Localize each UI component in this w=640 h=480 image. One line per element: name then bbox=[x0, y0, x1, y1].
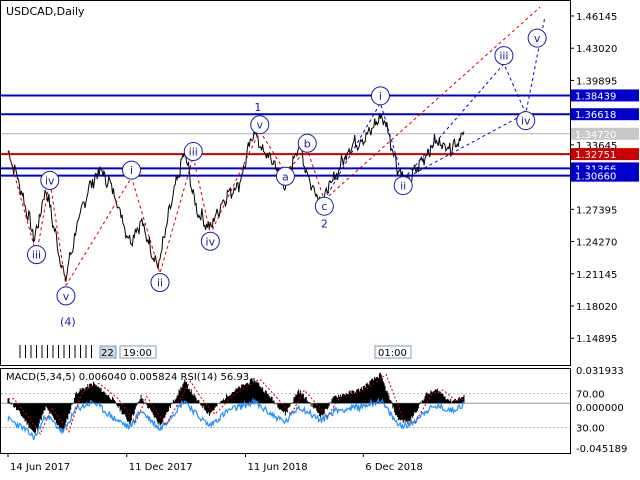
price-tick-label: 1.24270 bbox=[576, 238, 617, 249]
price-tick-label: 1.46145 bbox=[576, 12, 617, 23]
wave-label: v bbox=[63, 290, 70, 303]
wave-label: b bbox=[304, 137, 311, 150]
wave-label: v bbox=[534, 32, 541, 45]
level-label: 1.32751 bbox=[575, 150, 616, 161]
wave-label: v bbox=[256, 119, 263, 132]
chart-title: USDCAD,Daily bbox=[6, 5, 85, 18]
wave-label: iii bbox=[32, 249, 41, 262]
wave-label: 1 bbox=[254, 101, 261, 114]
level-label: 1.34720 bbox=[575, 130, 616, 141]
wave-label: iv bbox=[206, 235, 216, 248]
wave-label: (4) bbox=[60, 316, 76, 329]
indicator-tick-label: -0.045189 bbox=[576, 444, 627, 455]
timeline-label: 01:00 bbox=[378, 348, 407, 359]
wave-label: a bbox=[282, 170, 289, 183]
indicator-tick-label: 0.000000 bbox=[576, 403, 624, 414]
wave-label: 2 bbox=[321, 218, 328, 231]
timeline-label: 22 bbox=[101, 348, 114, 359]
usdcad-chart: USDCAD,Daily 1.461451.430201.398951.33645… bbox=[0, 0, 640, 480]
wave-label: iv bbox=[521, 115, 531, 128]
time-tick-label: 11 Jun 2018 bbox=[248, 462, 308, 473]
price-tick-label: 1.18020 bbox=[576, 302, 617, 313]
price-tick-label: 1.21145 bbox=[576, 270, 617, 281]
wave-label: iii bbox=[189, 146, 198, 159]
time-tick-label: 6 Dec 2018 bbox=[365, 462, 423, 473]
indicator-tick-label: 0.031933 bbox=[576, 366, 624, 377]
time-tick-label: 14 Jun 2017 bbox=[10, 462, 70, 473]
level-label: 1.38439 bbox=[575, 91, 616, 102]
indicator-label: MACD(5,34,5) 0.006040 0.005824 RSI(14) 5… bbox=[6, 372, 249, 383]
wave-label: iv bbox=[45, 174, 55, 187]
level-label: 1.30660 bbox=[575, 172, 616, 183]
price-tick-label: 1.14895 bbox=[576, 334, 617, 345]
wave-label: iii bbox=[499, 50, 508, 63]
wave-label: ii bbox=[400, 180, 406, 193]
timeline-label: 19:00 bbox=[123, 348, 152, 359]
wave-label: i bbox=[379, 90, 382, 103]
wave-label: i bbox=[130, 164, 133, 177]
level-label: 1.36618 bbox=[575, 110, 616, 121]
wave-label: ii bbox=[157, 277, 163, 290]
price-tick-label: 1.39895 bbox=[576, 76, 617, 87]
rsi-tick-label: 30.00 bbox=[576, 424, 605, 435]
rsi-tick-label: 70.00 bbox=[576, 390, 605, 401]
price-tick-label: 1.43020 bbox=[576, 44, 617, 55]
time-tick-label: 11 Dec 2017 bbox=[129, 462, 193, 473]
price-tick-label: 1.27395 bbox=[576, 205, 617, 216]
wave-label: c bbox=[321, 200, 327, 213]
